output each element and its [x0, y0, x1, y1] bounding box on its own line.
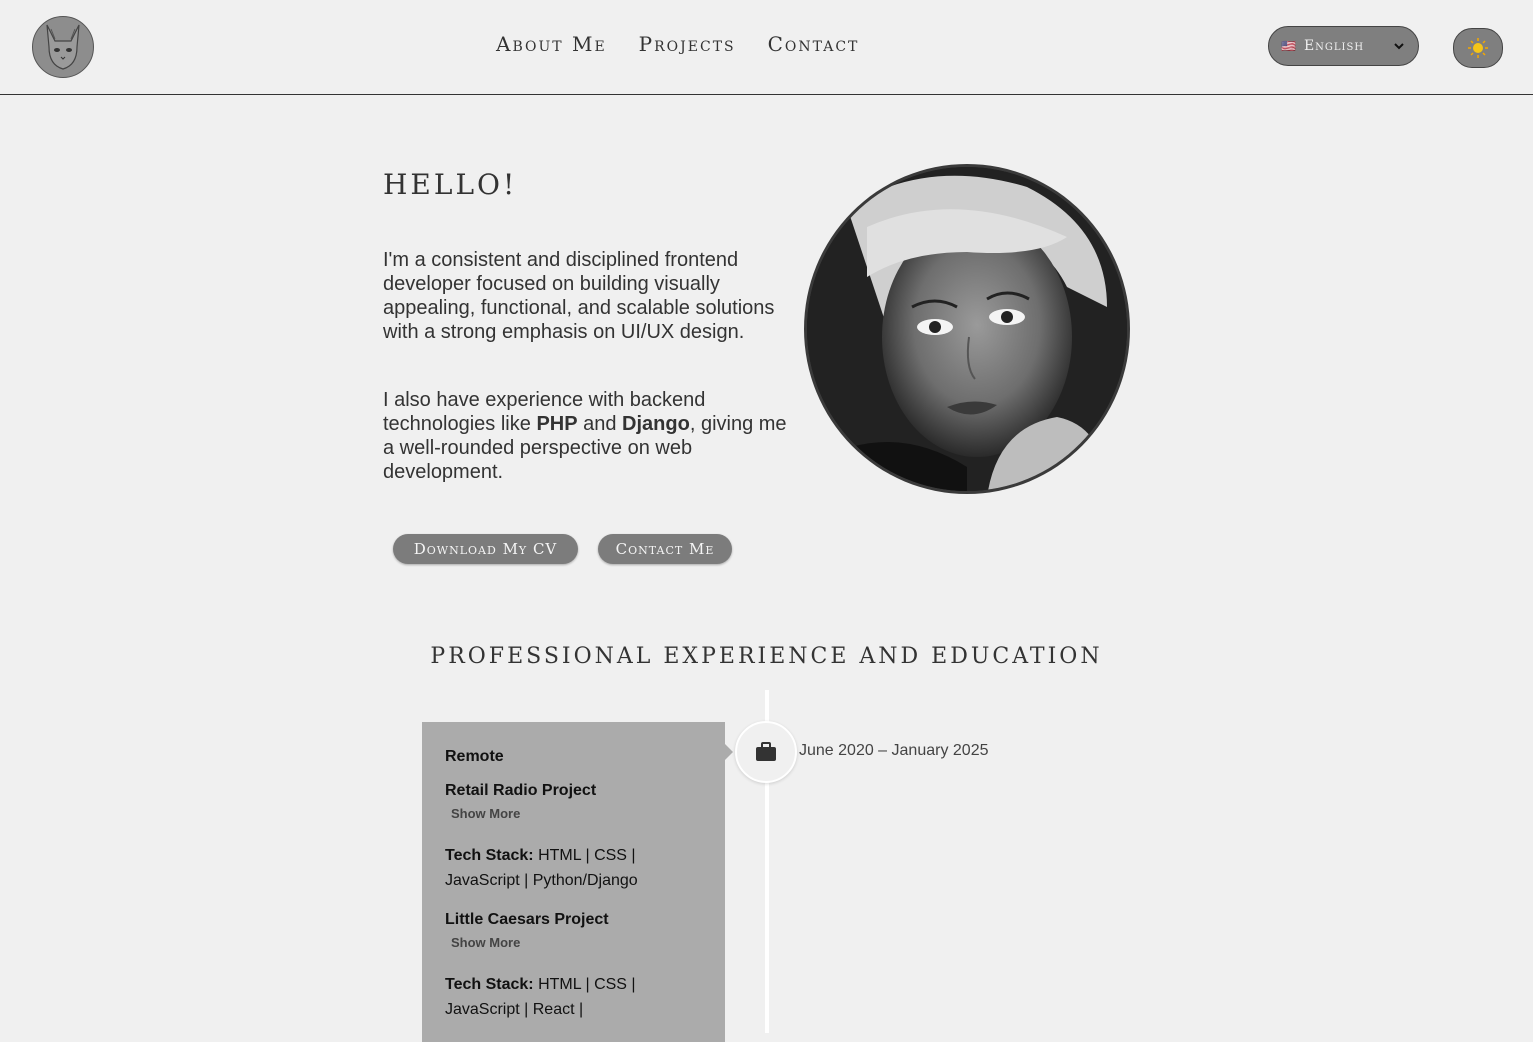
portrait-image — [807, 167, 1127, 491]
timeline-marker — [735, 721, 797, 783]
tech-stack: Tech Stack: HTML | CSS | JavaScript | Py… — [445, 847, 638, 889]
cat-logo[interactable] — [32, 16, 94, 78]
language-label: English — [1303, 38, 1365, 54]
nav-contact[interactable]: Contact — [768, 32, 860, 56]
intro-paragraph-backend: I also have experience with backend tech… — [383, 389, 787, 483]
experience-date: June 2020 – January 2025 — [799, 742, 989, 759]
nav-projects[interactable]: Projects — [639, 32, 736, 56]
experience-location: Remote — [445, 748, 504, 765]
intro-paragraph: I'm a consistent and disciplined fronten… — [383, 249, 775, 343]
card-pointer — [725, 744, 733, 760]
theme-toggle-button[interactable] — [1453, 28, 1503, 68]
sun-icon — [1468, 38, 1488, 58]
php-highlight: PHP — [536, 413, 578, 435]
hero-greeting: HELLO! — [383, 168, 518, 201]
experience-card: Remote Retail Radio Project Show More Te… — [422, 722, 725, 1042]
django-highlight: Django — [622, 413, 690, 435]
profile-photo — [804, 164, 1130, 494]
nav-about-me[interactable]: About Me — [496, 32, 607, 56]
project-title: Little Caesars Project — [445, 911, 609, 928]
chevron-down-icon — [1394, 43, 1404, 50]
show-more-button[interactable]: Show More — [451, 935, 520, 950]
tech-stack: Tech Stack: HTML | CSS | JavaScript | Re… — [445, 976, 636, 1018]
contact-me-button[interactable]: Contact Me — [598, 534, 732, 564]
site-header: About Me Projects Contact 🇺🇸 English — [0, 0, 1533, 95]
briefcase-icon — [756, 742, 776, 761]
project-title: Retail Radio Project — [445, 782, 597, 799]
main-nav: About Me Projects Contact — [496, 32, 859, 56]
cat-icon — [46, 24, 80, 70]
us-flag-icon: 🇺🇸 — [1281, 39, 1296, 53]
download-cv-button[interactable]: Download My CV — [393, 534, 578, 564]
language-selector[interactable]: 🇺🇸 English — [1268, 26, 1419, 66]
show-more-button[interactable]: Show More — [451, 806, 520, 821]
experience-section-title: PROFESSIONAL EXPERIENCE AND EDUCATION — [430, 644, 1103, 669]
